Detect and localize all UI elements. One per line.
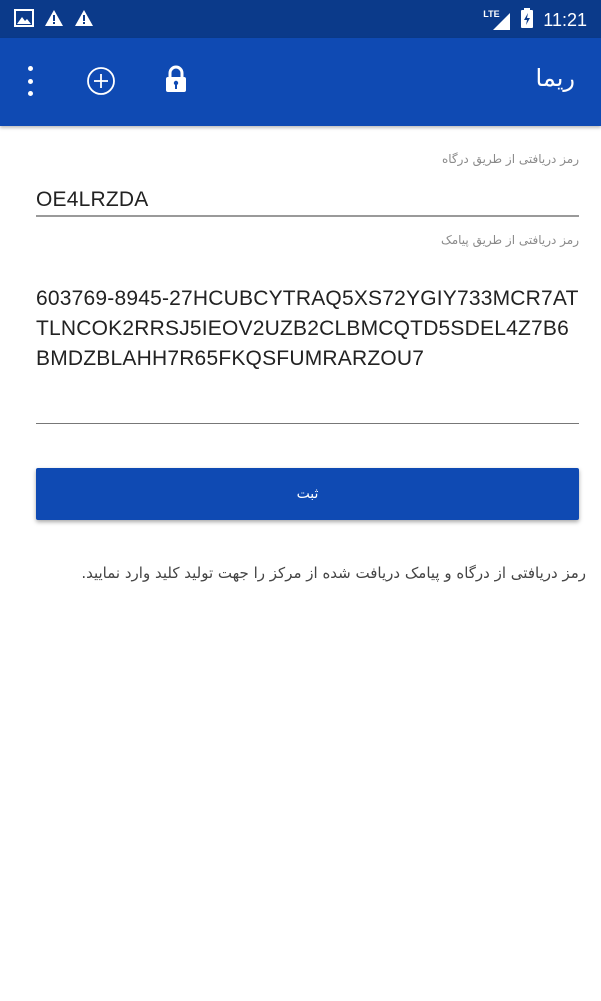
sms-code-label: رمز دریافتی از طریق پیامک bbox=[440, 233, 579, 247]
system-status: LTE 11:21 bbox=[483, 8, 587, 33]
more-vert-icon[interactable] bbox=[24, 66, 36, 96]
submit-button[interactable]: ثبت bbox=[36, 468, 579, 520]
add-circle-icon[interactable] bbox=[86, 66, 116, 101]
lock-icon[interactable] bbox=[164, 64, 188, 99]
battery-icon bbox=[521, 8, 534, 33]
warning-icon bbox=[44, 9, 64, 32]
warning-icon bbox=[74, 9, 94, 32]
app-bar: ریما bbox=[0, 38, 601, 126]
app-title: ریما bbox=[535, 64, 575, 92]
gallery-icon bbox=[14, 9, 34, 32]
status-bar: LTE 11:21 bbox=[0, 0, 601, 38]
notification-icons bbox=[14, 9, 94, 32]
sms-code-underline bbox=[36, 423, 579, 424]
gateway-code-underline bbox=[36, 215, 579, 217]
gateway-code-input[interactable]: OE4LRZDA bbox=[36, 188, 148, 212]
clock: 11:21 bbox=[543, 10, 587, 30]
sms-code-input[interactable]: 603769-8945-27HCUBCYTRAQ5XS72YGIY733MCR7… bbox=[36, 284, 581, 374]
help-text: رمز دریافتی از درگاه و پیامک دریافت شده … bbox=[81, 564, 586, 582]
signal-icon: LTE bbox=[483, 9, 511, 31]
gateway-code-label: رمز دریافتی از طریق درگاه bbox=[441, 152, 579, 166]
